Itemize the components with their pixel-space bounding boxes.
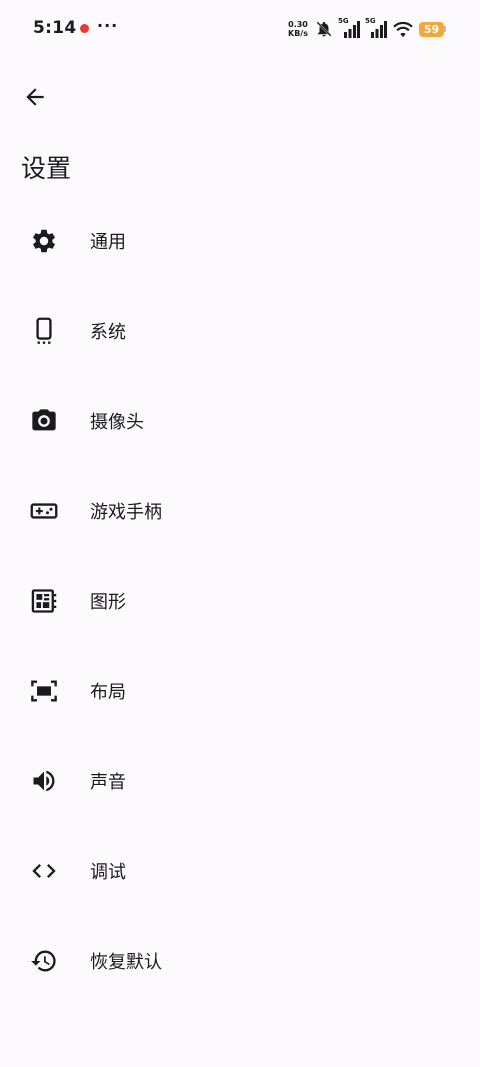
signal-icon bbox=[344, 21, 360, 38]
sim1-signal: 5G bbox=[338, 17, 360, 39]
menu-item-label: 通用 bbox=[90, 232, 126, 253]
menu-item-label: 系统 bbox=[90, 322, 126, 343]
menu-item-graphics[interactable]: 图形 bbox=[0, 556, 480, 646]
speaker-icon bbox=[29, 766, 59, 796]
menu-item-label: 布局 bbox=[90, 682, 126, 703]
menu-item-camera[interactable]: 摄像头 bbox=[0, 376, 480, 466]
network-speed-unit: KB/s bbox=[288, 29, 308, 38]
notification-dot-icon bbox=[80, 24, 89, 33]
menu-item-label: 调试 bbox=[90, 862, 126, 883]
menu-item-general[interactable]: 通用 bbox=[0, 196, 480, 286]
arrow-back-icon bbox=[26, 88, 44, 106]
menu-item-label: 游戏手柄 bbox=[90, 502, 162, 523]
battery-icon: 59 bbox=[419, 21, 446, 37]
menu-item-gamepad[interactable]: 游戏手柄 bbox=[0, 466, 480, 556]
menu-item-label: 恢复默认 bbox=[90, 952, 162, 973]
mute-bell-icon bbox=[316, 21, 332, 37]
gear-icon bbox=[29, 226, 59, 256]
network-speed: 0.30 KB/s bbox=[286, 20, 310, 38]
status-time: 5:14 bbox=[33, 18, 77, 38]
network-speed-value: 0.30 bbox=[288, 20, 308, 29]
status-bar: 5:14 ··· 0.30 KB/s 5G 5G 59 bbox=[0, 0, 480, 58]
restore-history-icon bbox=[29, 946, 59, 976]
menu-item-label: 声音 bbox=[90, 772, 126, 793]
page-title: 设置 bbox=[21, 154, 72, 183]
menu-item-label: 图形 bbox=[90, 592, 126, 613]
menu-item-system[interactable]: 系统 bbox=[0, 286, 480, 376]
graphics-chip-icon bbox=[29, 586, 59, 616]
camera-icon bbox=[29, 406, 59, 436]
code-icon bbox=[29, 856, 59, 886]
menu-item-debug[interactable]: 调试 bbox=[0, 826, 480, 916]
menu-item-sound[interactable]: 声音 bbox=[0, 736, 480, 826]
signal-icon bbox=[371, 21, 387, 38]
settings-menu: 通用 系统 摄像头 游戏手柄 图形 布局 声音 调试 恢复默认 bbox=[0, 196, 480, 1006]
gamepad-icon bbox=[29, 496, 59, 526]
phone-icon bbox=[29, 316, 59, 346]
menu-item-layout[interactable]: 布局 bbox=[0, 646, 480, 736]
status-icons: 0.30 KB/s 5G 5G 59 bbox=[286, 17, 446, 41]
menu-item-label: 摄像头 bbox=[90, 412, 144, 433]
sim2-signal: 5G bbox=[365, 17, 387, 39]
wifi-icon bbox=[393, 21, 413, 38]
battery-level: 59 bbox=[419, 21, 444, 37]
layout-frame-icon bbox=[29, 676, 59, 706]
menu-item-restore-defaults[interactable]: 恢复默认 bbox=[0, 916, 480, 1006]
more-notifications-icon: ··· bbox=[97, 16, 119, 35]
back-button[interactable] bbox=[18, 80, 52, 114]
